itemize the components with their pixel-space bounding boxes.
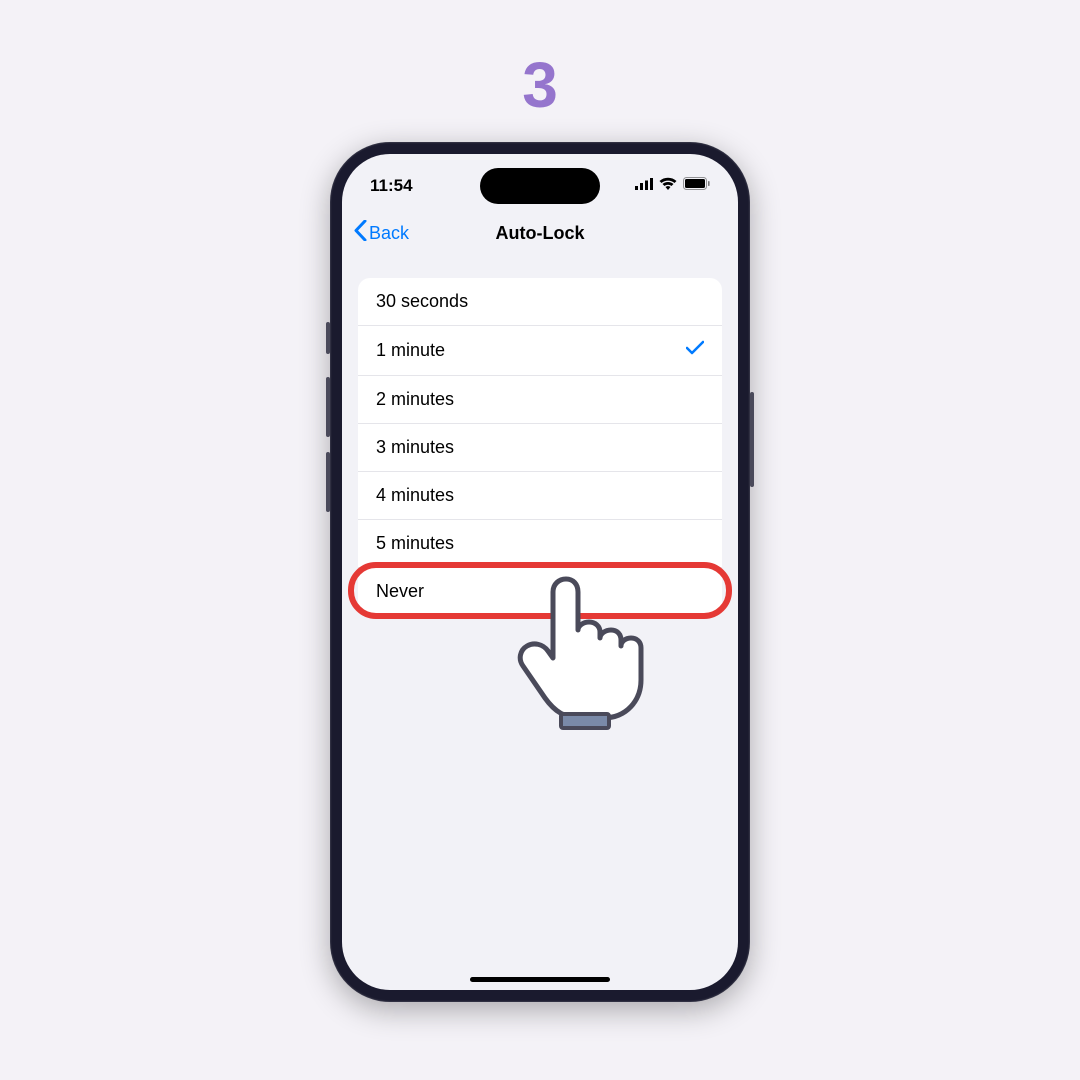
- status-time: 11:54: [370, 176, 413, 196]
- home-indicator[interactable]: [470, 977, 610, 982]
- nav-bar: Back Auto-Lock: [342, 210, 738, 260]
- autolock-option[interactable]: 5 minutes: [358, 520, 722, 568]
- back-button[interactable]: Back: [354, 220, 409, 246]
- autolock-option[interactable]: 4 minutes: [358, 472, 722, 520]
- battery-icon: [683, 177, 710, 195]
- back-label: Back: [369, 223, 409, 244]
- volume-up-button: [326, 377, 330, 437]
- autolock-option[interactable]: 2 minutes: [358, 376, 722, 424]
- autolock-option[interactable]: 3 minutes: [358, 424, 722, 472]
- autolock-option[interactable]: 30 seconds: [358, 278, 722, 326]
- autolock-option[interactable]: Never: [358, 568, 722, 615]
- mute-switch: [326, 322, 330, 354]
- option-label: 5 minutes: [376, 533, 454, 554]
- option-label: 2 minutes: [376, 389, 454, 410]
- option-label: Never: [376, 581, 424, 602]
- wifi-icon: [659, 177, 677, 195]
- cellular-icon: [635, 177, 653, 195]
- option-label: 4 minutes: [376, 485, 454, 506]
- dynamic-island: [480, 168, 600, 204]
- option-label: 30 seconds: [376, 291, 468, 312]
- status-icons: [635, 177, 710, 195]
- autolock-options-list: 30 seconds 1 minute 2 minutes 3 minutes 4 mi…: [358, 278, 722, 615]
- power-button: [750, 392, 754, 487]
- chevron-left-icon: [354, 220, 367, 246]
- volume-down-button: [326, 452, 330, 512]
- option-label: 3 minutes: [376, 437, 454, 458]
- option-label: 1 minute: [376, 340, 445, 361]
- phone-screen: 11:54 Back Auto-Lock: [342, 154, 738, 990]
- autolock-option[interactable]: 1 minute: [358, 326, 722, 376]
- step-number: 3: [522, 48, 558, 122]
- page-title: Auto-Lock: [496, 223, 585, 244]
- phone-frame: 11:54 Back Auto-Lock: [330, 142, 750, 1002]
- checkmark-icon: [686, 339, 704, 362]
